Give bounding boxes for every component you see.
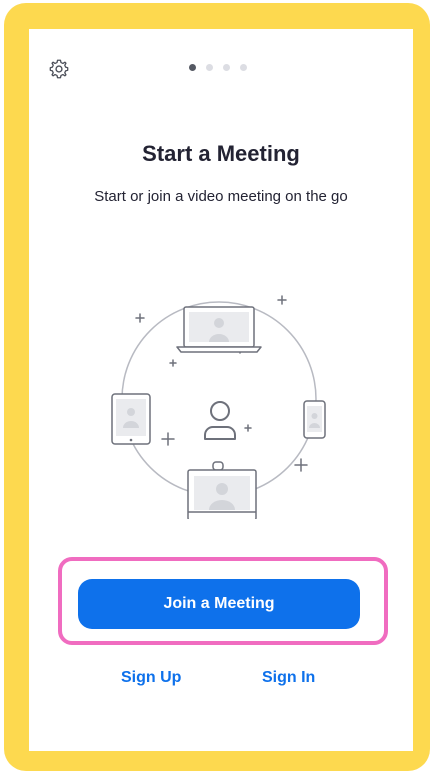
page-dot <box>206 64 213 71</box>
device-frame: Start a Meeting Start or join a video me… <box>0 0 434 774</box>
sign-up-link[interactable]: Sign Up <box>121 669 181 687</box>
page-dot-active <box>189 64 196 71</box>
settings-gear-icon[interactable] <box>48 58 70 80</box>
page-indicator <box>189 64 247 71</box>
room-system-icon <box>187 461 257 519</box>
join-meeting-button[interactable]: Join a Meeting <box>78 579 360 629</box>
meeting-devices-illustration <box>111 295 326 519</box>
page-title: Start a Meeting <box>142 141 300 166</box>
user-avatar-icon <box>204 401 236 440</box>
page-dot <box>223 64 230 71</box>
sign-in-link[interactable]: Sign In <box>262 669 315 687</box>
app-screen: Start a Meeting Start or join a video me… <box>29 29 413 751</box>
page-dot <box>240 64 247 71</box>
tablet-icon <box>111 393 151 445</box>
phone-icon <box>303 400 326 439</box>
page-subtitle: Start or join a video meeting on the go <box>94 188 348 205</box>
laptop-icon <box>176 306 262 353</box>
